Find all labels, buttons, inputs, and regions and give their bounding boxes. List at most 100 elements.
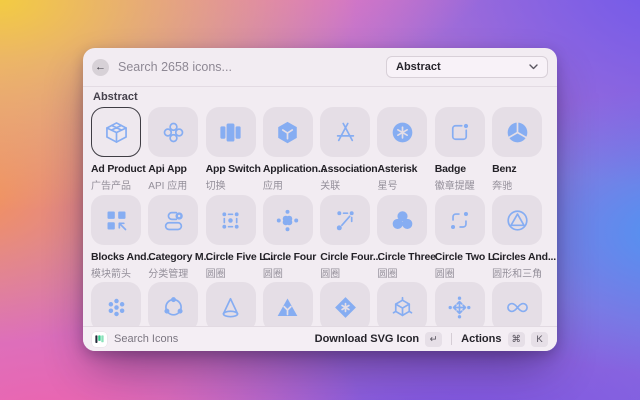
icon-name: Category M...	[148, 251, 198, 263]
circle-two-line-icon	[446, 207, 473, 234]
top-bar: ← Search 2658 icons... Abstract	[83, 48, 557, 86]
cube-icon	[389, 294, 416, 321]
icon-cell-circle-five-line[interactable]: Circle Five L... 圆圈	[206, 195, 256, 280]
association-icon	[332, 119, 359, 146]
icon-name-cn: 广告产品	[91, 177, 141, 192]
icon-cell-circle-three[interactable]: Circle Three 圆圈	[377, 195, 427, 280]
application-icon	[274, 119, 301, 146]
cmd-key-badge: ⌘	[508, 332, 526, 347]
diamond-asterisk-icon	[332, 294, 359, 321]
benz-icon	[504, 119, 531, 146]
icon-name: App Switch	[206, 163, 256, 175]
icon-name-cn: 星号	[377, 177, 427, 192]
icon-name: Asterisk	[377, 163, 427, 175]
icon-name-cn: 圆圈	[320, 265, 370, 280]
icon-name-cn: 奔驰	[492, 177, 542, 192]
icon-name-cn: 圆圈	[263, 265, 313, 280]
icon-search-window: ← Search 2658 icons... Abstract Abstract…	[83, 48, 557, 351]
icon-name: Circle Three	[377, 251, 427, 263]
badge-icon	[446, 119, 473, 146]
circle-four-icon	[274, 207, 301, 234]
icon-cell-triangle[interactable]	[263, 282, 313, 332]
icon-cell-application[interactable]: Application... 应用	[263, 107, 313, 192]
download-svg-button[interactable]: Download SVG Icon	[315, 333, 420, 345]
icon-cell-api-app[interactable]: Api App API 应用	[148, 107, 198, 192]
back-arrow-icon: ←	[95, 62, 106, 73]
search-input[interactable]: Search 2658 icons...	[118, 60, 232, 74]
icon-cell-move-dots[interactable]	[435, 282, 485, 332]
category-management-icon	[160, 207, 187, 234]
divider	[83, 86, 557, 87]
icon-name: Benz	[492, 163, 542, 175]
icon-name-cn: 切换	[206, 177, 256, 192]
icon-cell-circle-ring-dots[interactable]	[148, 282, 198, 332]
icon-name-cn: 圆圈	[377, 265, 427, 280]
icon-cell-badge[interactable]: Badge 徽章提醒	[435, 107, 485, 192]
app-switch-icon	[217, 119, 244, 146]
footer-app-name: Search Icons	[114, 333, 178, 345]
icon-name: Application...	[263, 163, 313, 175]
icon-name: Circle Two L...	[435, 251, 485, 263]
section-label: Abstract	[93, 91, 138, 103]
enter-key-badge: ↵	[425, 332, 442, 347]
icon-grid-row-1: Ad Product 广告产品 Api App API 应用 App Switc…	[91, 107, 542, 192]
icon-name-cn: 关联	[320, 177, 370, 192]
icon-name-cn: 应用	[263, 177, 313, 192]
category-dropdown[interactable]: Abstract	[386, 56, 548, 78]
divider	[451, 333, 452, 345]
asterisk-icon	[389, 119, 416, 146]
infinity-icon	[504, 294, 531, 321]
icon-cell-asterisk[interactable]: Asterisk 星号	[377, 107, 427, 192]
icon-name: Ad Product	[91, 163, 141, 175]
circles-and-triangles-icon	[504, 207, 531, 234]
actions-button[interactable]: Actions	[461, 333, 501, 345]
icon-name: Badge	[435, 163, 485, 175]
icon-grid-row-2: Blocks And... 模块箭头 Category M... 分类管理 Ci…	[91, 195, 542, 280]
icon-cell-diamond-asterisk[interactable]	[320, 282, 370, 332]
icon-cell-circle-four-line[interactable]: Circle Four... 圆圈	[320, 195, 370, 280]
icon-cell-association[interactable]: Association 关联	[320, 107, 370, 192]
circle-five-line-icon	[217, 207, 244, 234]
blocks-and-arrows-icon	[103, 207, 130, 234]
icon-name: Api App	[148, 163, 198, 175]
icon-name: Circles And...	[492, 251, 542, 263]
icon-cell-circles-and-triangles[interactable]: Circles And... 圆形和三角	[492, 195, 542, 280]
icon-name: Circle Four	[263, 251, 313, 263]
icon-cell-circle-four[interactable]: Circle Four 圆圈	[263, 195, 313, 280]
circle-four-line-icon	[332, 207, 359, 234]
ad-product-icon	[103, 119, 130, 146]
icon-name-cn: 模块箭头	[91, 265, 141, 280]
cone-icon	[217, 294, 244, 321]
icon-name: Circle Five L...	[206, 251, 256, 263]
icon-cell-dots[interactable]	[91, 282, 141, 332]
icon-cell-ad-product[interactable]: Ad Product 广告产品	[91, 107, 141, 192]
icon-name: Association	[320, 163, 370, 175]
dots-icon	[103, 294, 130, 321]
category-dropdown-value: Abstract	[396, 61, 441, 73]
icon-cell-circle-two-line[interactable]: Circle Two L... 圆圈	[435, 195, 485, 280]
icon-cell-benz[interactable]: Benz 奔驰	[492, 107, 542, 192]
icon-cell-blocks-and-arrows[interactable]: Blocks And... 模块箭头	[91, 195, 141, 280]
icon-name: Blocks And...	[91, 251, 141, 263]
icon-cell-cone[interactable]	[206, 282, 256, 332]
chevron-down-icon	[529, 64, 538, 70]
icon-name-cn: 徽章提醒	[435, 177, 485, 192]
circle-three-icon	[389, 207, 416, 234]
triangle-icon	[274, 294, 301, 321]
circle-ring-dots-icon	[160, 294, 187, 321]
icon-cell-category-management[interactable]: Category M... 分类管理	[148, 195, 198, 280]
icon-cell-infinity[interactable]	[492, 282, 542, 332]
icon-name-cn: 圆圈	[206, 265, 256, 280]
icon-cell-app-switch[interactable]: App Switch 切换	[206, 107, 256, 192]
move-dots-icon	[446, 294, 473, 321]
api-app-icon	[160, 119, 187, 146]
icon-cell-cube[interactable]	[377, 282, 427, 332]
back-button[interactable]: ←	[92, 59, 109, 76]
k-key-badge: K	[531, 332, 548, 347]
icon-grid-row-3	[91, 282, 542, 332]
icon-name-cn: 分类管理	[148, 265, 198, 280]
icon-name-cn: 圆圈	[435, 265, 485, 280]
icon-name: Circle Four...	[320, 251, 370, 263]
app-logo-icon	[92, 332, 107, 347]
icon-name-cn: 圆形和三角	[492, 265, 542, 280]
